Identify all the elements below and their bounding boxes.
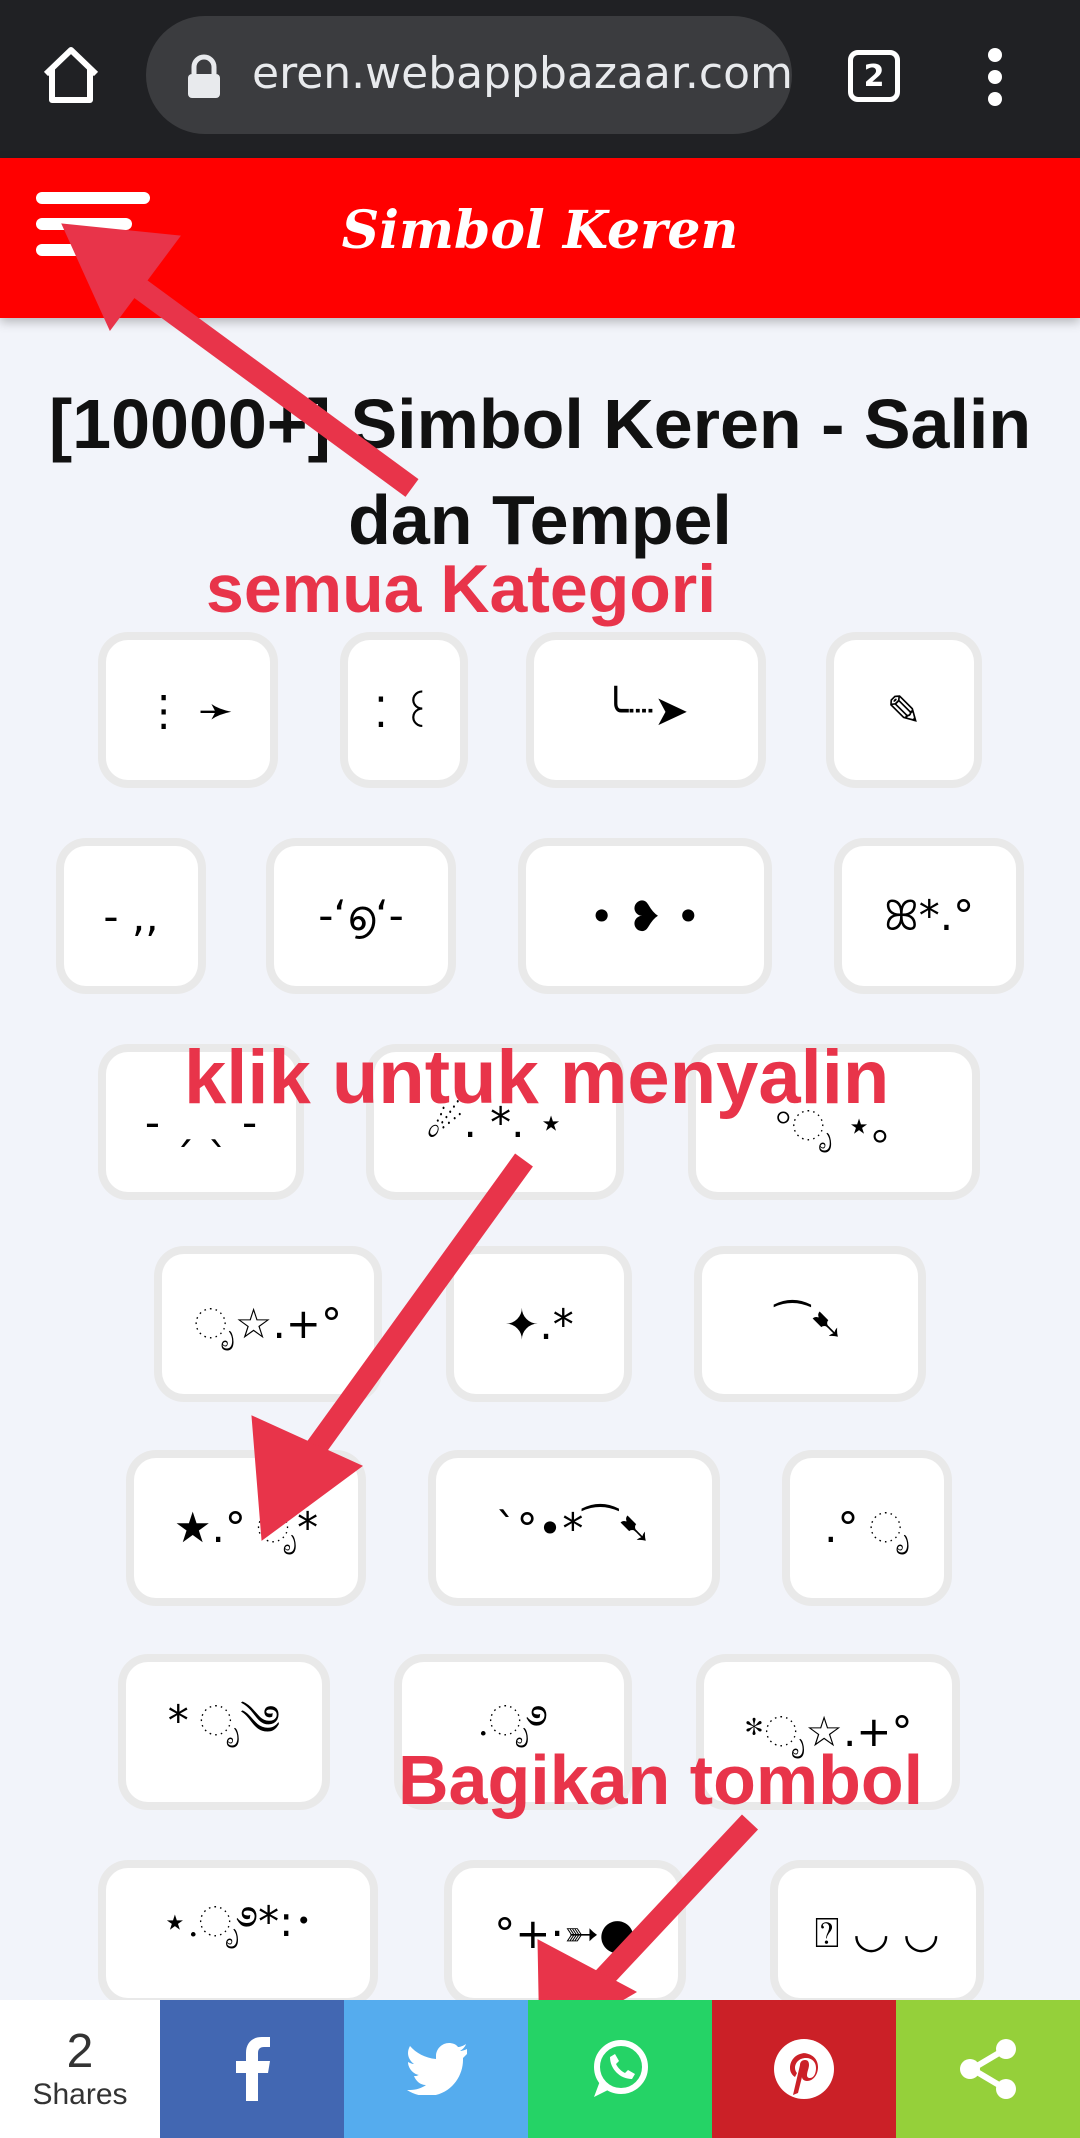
annotation-categories: semua Kategori: [206, 551, 717, 627]
symbol-card[interactable]: ╰┈➤: [534, 640, 758, 780]
symbol-card[interactable]: ✦.*: [454, 1254, 624, 1394]
page-title: [10000+] Simbol Keren - Salin dan Tempel: [20, 376, 1060, 568]
symbol-card[interactable]: ⍰ ◡ ◡: [778, 1868, 976, 1998]
pinterest-share-button[interactable]: [712, 2000, 896, 2138]
whatsapp-icon: [594, 2040, 648, 2097]
url-text: eren.webappbazaar.com: [252, 48, 792, 99]
symbol-card[interactable]: - ,,: [64, 846, 198, 986]
symbol-card[interactable]: • ❥ •: [526, 846, 764, 986]
symbol-card[interactable]: ⁀➷: [702, 1254, 918, 1394]
share-count: 2 Shares: [0, 2000, 160, 2138]
facebook-icon: [236, 2037, 270, 2101]
tab-switcher-button[interactable]: 2: [848, 50, 900, 102]
symbol-card[interactable]: * ೃ༄: [126, 1662, 322, 1802]
annotation-click-copy: klik untuk menyalin: [184, 1035, 890, 1120]
symbol-card[interactable]: ★.° ೃ*: [134, 1458, 358, 1598]
share-count-label: Shares: [32, 2078, 128, 2111]
symbol-card[interactable]: `°•*⁀➷: [436, 1458, 712, 1598]
share-count-number: 2: [66, 2025, 94, 2078]
whatsapp-share-button[interactable]: [528, 2000, 712, 2138]
symbol-card[interactable]: ⁚ ꒰: [348, 640, 460, 780]
symbol-card[interactable]: .° ೃ: [790, 1458, 944, 1598]
home-icon[interactable]: [38, 42, 104, 108]
twitter-icon: [407, 2043, 467, 2095]
symbol-card[interactable]: ✎: [834, 640, 974, 780]
address-bar[interactable]: eren.webappbazaar.com: [146, 16, 792, 134]
symbol-card[interactable]: -ʻ൭ʻ-: [274, 846, 448, 986]
site-brand[interactable]: Simbol Keren: [0, 200, 1080, 261]
symbol-card[interactable]: ೃ☆.+°: [162, 1254, 374, 1394]
lock-icon: [188, 54, 220, 98]
annotation-share-button: Bagikan tombol: [398, 1741, 924, 1819]
share-icon: [960, 2039, 1016, 2099]
symbol-card[interactable]: ⋮ ➛: [106, 640, 270, 780]
site-header: Simbol Keren: [0, 158, 1080, 318]
pinterest-icon: [774, 2039, 834, 2099]
symbol-card[interactable]: °+·➳●: [452, 1868, 678, 1998]
symbol-card[interactable]: ⋆.ೃ࿔*:･: [106, 1868, 370, 1998]
symbol-card[interactable]: ꕤ*.°: [842, 846, 1016, 986]
page-title-line-1: [10000+] Simbol Keren - Salin: [48, 385, 1032, 463]
share-bar: 2 Shares: [0, 2000, 1080, 2138]
browser-toolbar: eren.webappbazaar.com 2: [0, 0, 1080, 158]
more-share-button[interactable]: [896, 2000, 1080, 2138]
browser-menu-icon[interactable]: [985, 48, 1005, 108]
facebook-share-button[interactable]: [160, 2000, 344, 2138]
twitter-share-button[interactable]: [344, 2000, 528, 2138]
